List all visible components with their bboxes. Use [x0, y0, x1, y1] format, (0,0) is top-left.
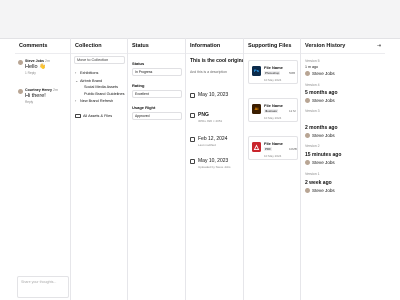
comment-author: Courtney Henry 2m [25, 88, 58, 92]
version-history-header: Version History [301, 38, 385, 54]
avatar [305, 188, 310, 194]
version-label: Version 3 [305, 109, 320, 113]
reply-link[interactable]: 1 Reply [25, 71, 36, 75]
version-time[interactable]: 2 months ago [305, 125, 338, 131]
version-user[interactable]: Steve Jobs [305, 71, 335, 77]
comment-text: Hi there! [25, 93, 46, 99]
version-label: Version 1 [305, 172, 320, 176]
version-user: Steve Jobs [305, 188, 335, 194]
status-select[interactable]: In Progress [132, 68, 182, 76]
avatar [305, 133, 310, 139]
comment-text: Hello 👋 [25, 64, 46, 70]
version-user: Steve Jobs [305, 98, 335, 104]
version-label: Version 4 [305, 83, 320, 87]
status-header: Status [128, 38, 185, 54]
version-time[interactable]: 15 minutes ago [305, 152, 341, 158]
avatar [18, 60, 23, 65]
reply-link[interactable]: Reply [25, 100, 33, 104]
version-user: Steve Jobs [305, 160, 335, 166]
version-time[interactable]: 5 months ago [305, 90, 338, 96]
version-user[interactable]: 1 m ago [305, 65, 318, 69]
file-card[interactable]: Ps File Name Photoshop 5MB 10 May 2024 [248, 60, 298, 84]
illustrator-icon: Ai [252, 104, 261, 114]
upload-icon [190, 159, 195, 164]
move-to-collection-button[interactable]: Move to Collection [74, 56, 125, 64]
avatar [305, 98, 310, 104]
tree-item-public-brand-guidelines[interactable]: Public Brand Guidelines [84, 92, 125, 96]
tree-item-airbnb-brand[interactable]: ⌄ Airbnb Brand [75, 78, 102, 83]
comments-header: Comments [15, 38, 70, 54]
comment-input[interactable]: Share your thoughts... [17, 276, 69, 298]
all-assets-link[interactable]: All Assets & Files [75, 114, 112, 118]
rating-label: Rating [132, 83, 145, 88]
status-label: Status [132, 61, 145, 66]
collection-column: Collection Move to Collection › Exhibitio… [71, 38, 128, 300]
tree-item-exhibitions[interactable]: › Exhibitions [75, 71, 98, 75]
file-type-icon [190, 113, 195, 118]
tree-item-new-brand-refresh[interactable]: › New Brand Refresh [75, 99, 113, 103]
comment-author: Steve Jobs 2m [25, 59, 50, 63]
photoshop-icon: Ps [252, 66, 261, 76]
avatar [305, 71, 310, 77]
file-card[interactable]: Ai File Name Illustrator 12 M 10 May 202… [248, 98, 298, 122]
asset-title: This is the cool original file assigned … [190, 58, 243, 64]
folder-icon [75, 114, 81, 118]
comments-column: Comments Steve Jobs 2m Hello 👋 1 Reply C… [15, 38, 71, 300]
calendar-icon [190, 93, 195, 98]
version-history-column: Version History ⇥ Version 5 1 m ago Stev… [301, 38, 385, 300]
collapse-panel-icon[interactable]: ⇥ [376, 43, 382, 49]
avatar [18, 89, 23, 94]
supporting-files-column: Supporting Files Ps File Name Photoshop … [244, 38, 301, 300]
files-header: Supporting Files [244, 38, 300, 54]
rating-select[interactable]: Excellent [132, 90, 182, 98]
version-time[interactable]: 2 week ago [305, 180, 332, 186]
version-user: Steve Jobs [305, 133, 335, 139]
file-card[interactable]: File Name PDF 10MB 10 May 2024 [248, 136, 298, 160]
pdf-icon [252, 142, 261, 152]
tree-item-social-media-assets[interactable]: Social Media Assets [84, 85, 118, 89]
version-label: Version 2 [305, 144, 320, 148]
status-column: Status Status In Progress Rating Excelle… [128, 38, 186, 300]
usage-right-label: Usage Right [132, 105, 156, 110]
collection-header: Collection [71, 38, 127, 54]
avatar [305, 160, 310, 166]
information-header: Information [186, 38, 243, 54]
edit-clock-icon [190, 137, 195, 142]
version-label: Version 5 [305, 59, 320, 63]
usage-right-select[interactable]: Approved [132, 112, 182, 120]
information-column: Information This is the cool original fi… [186, 38, 244, 300]
asset-description: And this is a description [190, 70, 227, 74]
